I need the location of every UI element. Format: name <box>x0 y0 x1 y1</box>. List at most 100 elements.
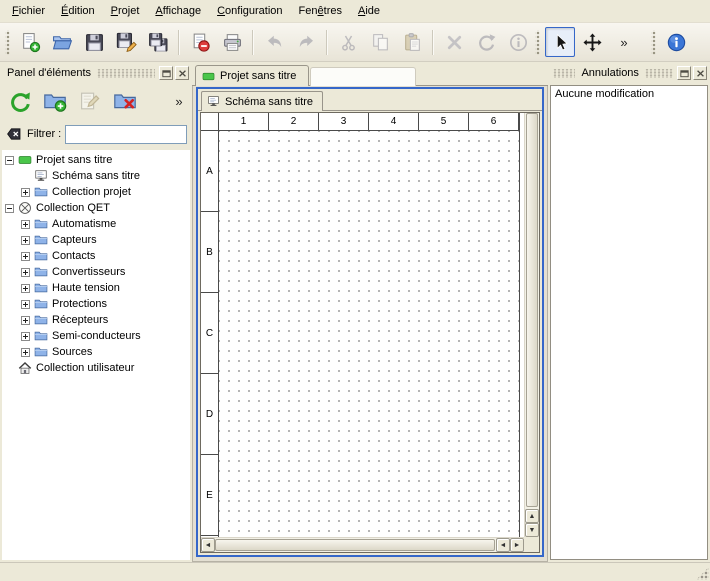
horizontal-scrollbar[interactable]: ◄ ◄ ► <box>201 537 524 552</box>
redo-button[interactable] <box>291 27 321 57</box>
elements-float-dock-button[interactable] <box>159 66 173 80</box>
delete-element-button[interactable] <box>110 86 140 116</box>
tree-item-collection-qet[interactable]: Collection QET <box>2 200 190 216</box>
scroll-left-button[interactable]: ◄ <box>201 538 215 552</box>
elements-panel-header[interactable]: Panel d'éléments <box>3 65 189 81</box>
menu-aide[interactable]: Aide <box>350 1 388 21</box>
tree-item-contacts[interactable]: Contacts <box>2 248 190 264</box>
overflow-chevron-button[interactable]: » <box>609 27 639 57</box>
reload-button[interactable] <box>5 86 35 116</box>
vscroll-thumb[interactable] <box>526 113 538 507</box>
scroll-down-button[interactable]: ▼ <box>525 523 539 537</box>
undo-close-dock-button[interactable] <box>693 66 707 80</box>
close-file-button[interactable] <box>185 27 215 57</box>
open-folder-button[interactable] <box>47 27 77 57</box>
tree-item-sources[interactable]: Sources <box>2 344 190 360</box>
menu-fenetres[interactable]: Fenêtres <box>291 1 350 21</box>
rotate-button[interactable] <box>471 27 501 57</box>
schema-canvas[interactable]: 123456 ABCDE <box>201 113 524 537</box>
expander-plus-icon[interactable] <box>21 252 30 261</box>
tree-item-label: Convertisseurs <box>52 265 125 279</box>
expander-plus-icon[interactable] <box>21 348 30 357</box>
paste-button[interactable] <box>397 27 427 57</box>
expander-minus-icon[interactable] <box>5 204 14 213</box>
tree-item-convertisseurs[interactable]: Convertisseurs <box>2 264 190 280</box>
elements-close-dock-button[interactable] <box>175 66 189 80</box>
schema-subwindow: Schéma sans titre 123456 ABCDE ▲ <box>196 87 544 557</box>
undo-panel-header[interactable]: Annulations <box>551 65 707 81</box>
toolbar-separator <box>178 30 180 55</box>
delete-button[interactable] <box>439 27 469 57</box>
about-button[interactable] <box>661 27 691 57</box>
print-button[interactable] <box>217 27 247 57</box>
tree-item-icon <box>34 297 48 311</box>
tree-item-capteurs[interactable]: Capteurs <box>2 232 190 248</box>
tree-item-automatisme[interactable]: Automatisme <box>2 216 190 232</box>
tree-item-sche-ma-sans-titre[interactable]: Schéma sans titre <box>2 168 190 184</box>
undo-float-dock-button[interactable] <box>677 66 691 80</box>
save-button[interactable] <box>79 27 109 57</box>
vertical-scrollbar[interactable]: ▲ ▼ <box>524 113 539 537</box>
menu-configuration[interactable]: Configuration <box>209 1 290 21</box>
menu-edition[interactable]: Édition <box>53 1 103 21</box>
scroll-left-button-2[interactable]: ◄ <box>496 538 510 552</box>
elements-tree[interactable]: Projet sans titreSchéma sans titreCollec… <box>2 150 190 560</box>
expander-plus-icon[interactable] <box>21 332 30 341</box>
filter-clear-button[interactable] <box>5 125 23 143</box>
expander-minus-icon[interactable] <box>5 156 14 165</box>
about-icon <box>666 32 687 53</box>
tree-item-collection-projet[interactable]: Collection projet <box>2 184 190 200</box>
tree-item-semi-conducteurs[interactable]: Semi-conducteurs <box>2 328 190 344</box>
tree-item-re-cepteurs[interactable]: Récepteurs <box>2 312 190 328</box>
tree-item-collection-utilisateur[interactable]: Collection utilisateur <box>2 360 190 376</box>
toolbar-grip[interactable] <box>651 30 656 55</box>
tree-item-icon <box>34 329 48 343</box>
filter-input[interactable] <box>65 125 187 144</box>
float-icon <box>679 68 690 79</box>
expander-plus-icon[interactable] <box>21 300 30 309</box>
scroll-up-button[interactable]: ▲ <box>525 509 539 523</box>
menubar: FichierÉditionProjetAffichageConfigurati… <box>0 0 710 23</box>
reload-icon <box>8 89 32 113</box>
schema-tab[interactable]: Schéma sans titre <box>201 91 323 111</box>
ruler-column-label: 1 <box>219 113 269 130</box>
schema-icon <box>34 169 48 183</box>
expander-plus-icon[interactable] <box>21 220 30 229</box>
cut-button[interactable] <box>333 27 363 57</box>
expander-plus-icon[interactable] <box>21 188 30 197</box>
menu-fichier[interactable]: Fichier <box>4 1 53 21</box>
scroll-right-button[interactable]: ► <box>510 538 524 552</box>
new-document-button[interactable] <box>15 27 45 57</box>
undo-button[interactable] <box>259 27 289 57</box>
resize-grip[interactable] <box>696 567 709 580</box>
tree-item-haute-tension[interactable]: Haute tension <box>2 280 190 296</box>
tree-item-projet-sans-titre[interactable]: Projet sans titre <box>2 152 190 168</box>
expander-plus-icon[interactable] <box>21 268 30 277</box>
undo-list[interactable]: Aucune modification <box>550 85 708 560</box>
overflow-chevron-button[interactable]: » <box>171 86 187 116</box>
expander-plus-icon[interactable] <box>21 236 30 245</box>
element-info-button[interactable] <box>503 27 533 57</box>
toolbar-grip[interactable] <box>5 30 10 55</box>
save-all-button[interactable] <box>143 27 173 57</box>
edit-element-button[interactable] <box>75 86 105 116</box>
hscroll-thumb[interactable] <box>215 539 495 551</box>
scrollbar-corner <box>524 537 539 552</box>
tree-item-protections[interactable]: Protections <box>2 296 190 312</box>
pan-button[interactable] <box>577 27 607 57</box>
elements-panel: Panel d'éléments » Filtrer : Projet sans… <box>0 62 192 562</box>
save-as-button[interactable] <box>111 27 141 57</box>
expander-plus-icon[interactable] <box>21 316 30 325</box>
ruler-column-label: 4 <box>369 113 419 130</box>
toolbar-grip[interactable] <box>535 30 540 55</box>
expander-plus-icon[interactable] <box>21 284 30 293</box>
menu-projet[interactable]: Projet <box>103 1 148 21</box>
toolbar-separator <box>432 30 434 55</box>
copy-button[interactable] <box>365 27 395 57</box>
select-arrow-button[interactable] <box>545 27 575 57</box>
project-tab[interactable]: Projet sans titre <box>195 65 309 86</box>
menu-affichage[interactable]: Affichage <box>147 1 209 21</box>
ruler-row-label: D <box>201 374 218 455</box>
new-element-button[interactable] <box>40 86 70 116</box>
close-file-icon <box>190 32 211 53</box>
